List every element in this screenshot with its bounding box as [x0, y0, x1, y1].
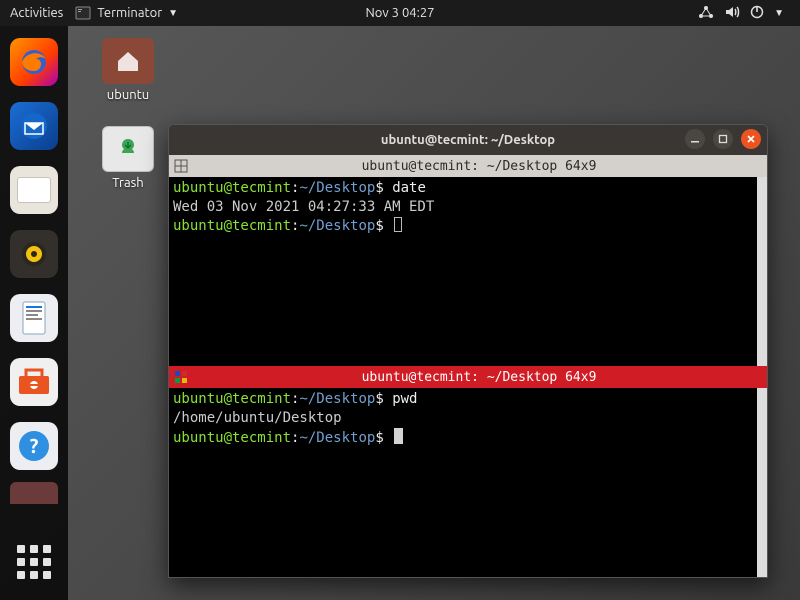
power-icon[interactable]: [750, 5, 764, 22]
desktop-icon-label: Trash: [112, 176, 143, 190]
pane-header-top[interactable]: ubuntu@tecmint: ~/Desktop 64x9: [169, 155, 767, 177]
terminal-output: /home/ubuntu/Desktop: [173, 409, 763, 428]
dock-drawer[interactable]: [10, 482, 58, 504]
terminator-icon: [75, 5, 91, 21]
window-title: ubuntu@tecmint: ~/Desktop: [381, 133, 555, 147]
pane-title: ubuntu@tecmint: ~/Desktop 64x9: [195, 159, 763, 174]
split-layout-icon: [173, 158, 189, 174]
dock-libreoffice[interactable]: [10, 294, 58, 342]
close-button[interactable]: [741, 129, 761, 149]
pane-header-bottom[interactable]: ubuntu@tecmint: ~/Desktop 64x9: [169, 366, 767, 388]
dock-files[interactable]: [10, 166, 58, 214]
dock-rhythmbox[interactable]: [10, 230, 58, 278]
terminator-window[interactable]: ubuntu@tecmint: ~/Desktop ubuntu@tec: [168, 124, 768, 578]
dock-firefox[interactable]: [10, 38, 58, 86]
terminal-pane-top[interactable]: ubuntu@tecmint:~/Desktop$ date Wed 03 No…: [169, 177, 767, 366]
system-menu-chevron-icon[interactable]: ▼: [774, 7, 784, 19]
desktop-icons: ubuntu Trash: [92, 38, 164, 190]
dock-software[interactable]: [10, 358, 58, 406]
minimize-button[interactable]: [685, 129, 705, 149]
dock-thunderbird[interactable]: [10, 102, 58, 150]
cursor-icon: [394, 217, 402, 232]
terminal-pane-bottom[interactable]: ubuntu@tecmint:~/Desktop$ pwd /home/ubun…: [169, 388, 767, 577]
scrollbar[interactable]: [757, 177, 767, 366]
split-layout-icon: [173, 369, 189, 385]
svg-text:?: ?: [30, 434, 39, 457]
terminator-split: ubuntu@tecmint: ~/Desktop 64x9 ubuntu@te…: [169, 155, 767, 577]
pane-title: ubuntu@tecmint: ~/Desktop 64x9: [195, 370, 763, 385]
cursor-icon: [394, 428, 403, 444]
app-menu-label: Terminator: [97, 6, 162, 20]
chevron-down-icon: ▼: [168, 7, 178, 19]
show-applications-button[interactable]: [10, 538, 58, 586]
window-titlebar[interactable]: ubuntu@tecmint: ~/Desktop: [169, 125, 767, 155]
top-panel: Activities Terminator ▼ Nov 3 04:27 ▼: [0, 0, 800, 26]
desktop-icon-trash[interactable]: Trash: [92, 126, 164, 190]
desktop-root: Activities Terminator ▼ Nov 3 04:27 ▼: [0, 0, 800, 600]
volume-icon[interactable]: [724, 5, 740, 22]
terminal-output: Wed 03 Nov 2021 04:27:33 AM EDT: [173, 198, 763, 217]
activities-button[interactable]: Activities: [10, 6, 63, 20]
network-icon[interactable]: [698, 5, 714, 22]
desktop-icon-home[interactable]: ubuntu: [92, 38, 164, 102]
dock: ?: [0, 26, 68, 600]
maximize-button[interactable]: [713, 129, 733, 149]
app-menu[interactable]: Terminator ▼: [75, 5, 178, 21]
dock-help[interactable]: ?: [10, 422, 58, 470]
scrollbar[interactable]: [757, 388, 767, 577]
desktop-icon-label: ubuntu: [107, 88, 149, 102]
clock[interactable]: Nov 3 04:27: [365, 6, 434, 20]
